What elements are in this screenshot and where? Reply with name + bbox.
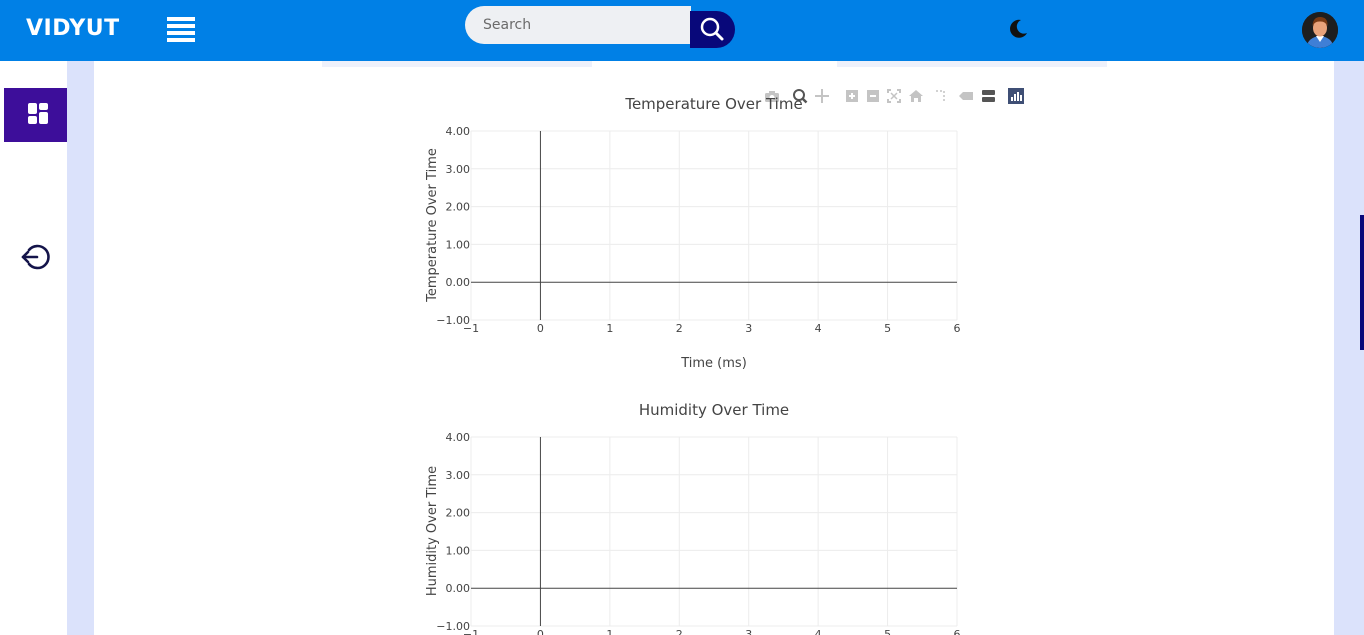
- x-tick-label: 0: [537, 322, 544, 335]
- logout-icon: [21, 244, 50, 270]
- brand-logo[interactable]: VIDYUT: [26, 16, 120, 41]
- search-icon: [700, 17, 724, 41]
- card-edge-left: [322, 61, 592, 67]
- card-edge-right: [837, 61, 1107, 67]
- sidebar: [0, 61, 67, 635]
- scrollbar-thumb[interactable]: [1360, 215, 1364, 350]
- sidebar-item-dashboard[interactable]: [4, 88, 67, 142]
- search-input[interactable]: [465, 6, 691, 44]
- user-avatar-icon[interactable]: [1302, 12, 1338, 48]
- search-button[interactable]: [690, 11, 735, 48]
- x-tick-label: 2: [676, 322, 683, 335]
- x-tick-label: 1: [606, 322, 613, 335]
- y-tick-label: 2.00: [446, 507, 471, 520]
- y-tick-label: −1.00: [436, 314, 470, 327]
- plotly-logo-icon[interactable]: [1008, 88, 1024, 104]
- x-tick-label: 6: [954, 628, 961, 635]
- x-tick-label: 2: [676, 628, 683, 635]
- y-tick-label: 1.00: [446, 238, 471, 251]
- content-gutter: [67, 61, 94, 635]
- x-axis-label: Time (ms): [680, 356, 747, 371]
- y-axis-label: Humidity Over Time: [425, 466, 440, 596]
- x-tick-label: 4: [815, 628, 822, 635]
- x-tick-label: 3: [745, 628, 752, 635]
- y-tick-label: 4.00: [446, 125, 471, 138]
- x-tick-label: 5: [884, 628, 891, 635]
- y-tick-label: 0.00: [446, 582, 471, 595]
- y-tick-label: 4.00: [446, 431, 471, 444]
- chart-title: Humidity Over Time: [639, 401, 789, 419]
- x-tick-label: 0: [537, 628, 544, 635]
- y-tick-label: −1.00: [436, 620, 470, 633]
- dashboard-grid-icon: [28, 103, 48, 124]
- y-axis-label: Temperature Over Time: [425, 148, 440, 303]
- y-tick-label: 0.00: [446, 276, 471, 289]
- chart-title: Temperature Over Time: [624, 95, 802, 113]
- x-tick-label: 4: [815, 322, 822, 335]
- search-bar: [465, 6, 735, 48]
- y-tick-label: 3.00: [446, 163, 471, 176]
- top-navbar: VIDYUT: [0, 0, 1364, 61]
- x-tick-label: 5: [884, 322, 891, 335]
- x-tick-label: 1: [606, 628, 613, 635]
- hamburger-icon[interactable]: [167, 17, 195, 43]
- x-tick-label: 6: [954, 322, 961, 335]
- sidebar-item-logout[interactable]: [20, 241, 52, 273]
- y-tick-label: 3.00: [446, 469, 471, 482]
- y-tick-label: 1.00: [446, 544, 471, 557]
- y-tick-label: 2.00: [446, 201, 471, 214]
- humidity-chart[interactable]: Humidity Over Time Humidity Over Time −1…: [400, 394, 1000, 635]
- moon-icon[interactable]: [1007, 18, 1029, 40]
- temperature-chart[interactable]: Temperature Over Time Temperature Over T…: [400, 88, 1000, 388]
- x-tick-label: 3: [745, 322, 752, 335]
